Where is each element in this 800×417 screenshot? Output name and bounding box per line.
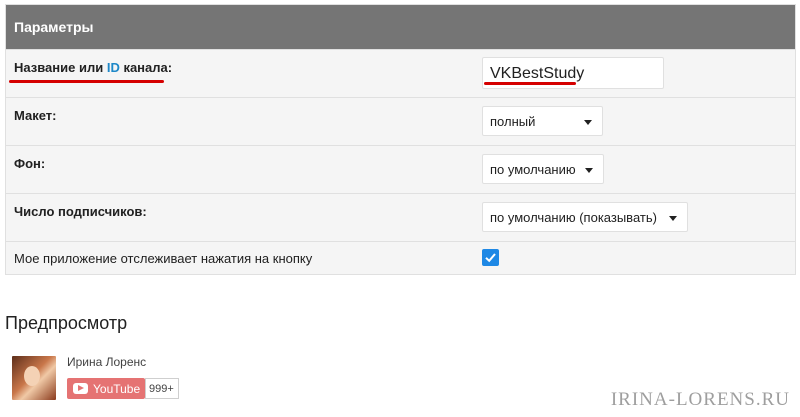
panel-header: Параметры	[6, 5, 795, 49]
channel-label-id: ID	[106, 60, 120, 75]
panel-title: Параметры	[14, 19, 94, 35]
youtube-logo-icon	[73, 383, 88, 394]
channel-label-text-2: канала:	[119, 60, 173, 75]
layout-selected-value: полный	[490, 114, 536, 129]
theme-select[interactable]: по умолчанию	[482, 154, 604, 184]
tracking-label: Мое приложение отслеживает нажатия на кн…	[14, 251, 313, 266]
youtube-button-label: YouTube	[93, 381, 141, 396]
preview-title: Предпросмотр	[5, 313, 128, 333]
chevron-down-icon	[585, 168, 593, 173]
subscribers-select[interactable]: по умолчанию (показывать)	[482, 202, 688, 232]
youtube-subscribe-button[interactable]: YouTube	[67, 378, 145, 399]
theme-selected-value: по умолчанию	[490, 162, 576, 177]
row-tracking: Мое приложение отслеживает нажатия на кн…	[6, 241, 795, 274]
layout-select[interactable]: полный	[482, 106, 603, 136]
channel-id-value: VKBestStudy	[490, 65, 585, 82]
subscribers-label: Число подписчиков:	[14, 204, 147, 219]
row-channel: Название или ID канала: VKBestStudy	[6, 49, 795, 97]
row-subscribers: Число подписчиков: по умолчанию (показыв…	[6, 193, 795, 241]
channel-label: Название или ID канала:	[14, 60, 172, 75]
avatar-face	[24, 366, 40, 386]
channel-name: Ирина Лоренс	[67, 355, 147, 369]
subscriber-count-badge: 999+	[145, 378, 179, 399]
theme-label: Фон:	[14, 156, 46, 171]
chevron-down-icon	[669, 216, 677, 221]
channel-label-text-1: Название или	[14, 60, 107, 75]
row-layout: Макет: полный	[6, 97, 795, 145]
layout-label: Макет:	[14, 108, 57, 123]
input-red-underline	[484, 82, 576, 85]
chevron-down-icon	[584, 120, 592, 125]
tracking-checkbox[interactable]	[482, 249, 499, 266]
parameters-panel: Параметры Название или ID канала: VKBest…	[5, 4, 796, 275]
label-red-underline	[9, 80, 164, 83]
row-theme: Фон: по умолчанию	[6, 145, 795, 193]
check-icon	[485, 253, 496, 263]
channel-avatar	[12, 356, 56, 400]
watermark: IRINA-LORENS.RU	[610, 389, 790, 410]
subscribers-selected-value: по умолчанию (показывать)	[490, 210, 657, 225]
